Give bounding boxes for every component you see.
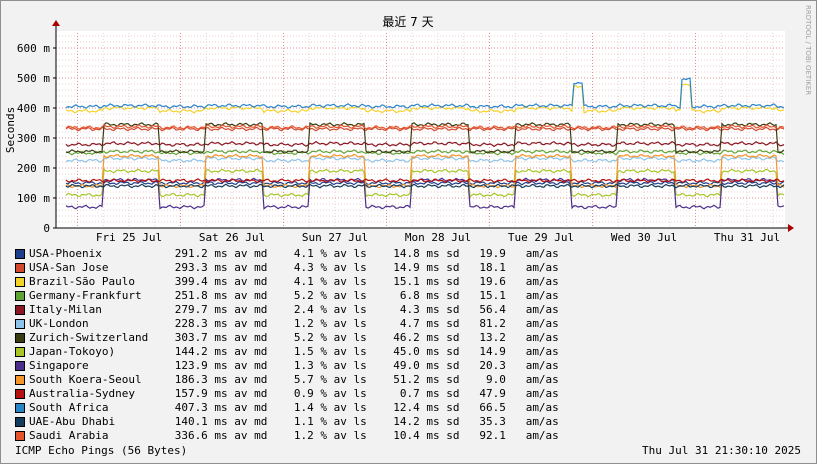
legend-item: Brazil-São Paulo 399.4 ms av md 4.1 % av… xyxy=(15,275,805,289)
legend-swatch xyxy=(15,319,25,329)
legend-item: Italy-Milan 279.7 ms av md 2.4 % av ls 4… xyxy=(15,303,805,317)
legend-swatch xyxy=(15,347,25,357)
legend-text: South Koera-Seoul 186.3 ms av md 5.7 % a… xyxy=(29,373,559,386)
legend-swatch xyxy=(15,291,25,301)
legend-item: South Africa 407.3 ms av md 1.4 % av ls … xyxy=(15,401,805,415)
y-tick-label: 400 m xyxy=(17,102,50,115)
legend-item: Saudi Arabia 336.6 ms av md 1.2 % av ls … xyxy=(15,429,805,443)
y-tick-label: 100 m xyxy=(17,192,50,205)
legend-swatch xyxy=(15,361,25,371)
legend-swatch xyxy=(15,403,25,413)
legend-text: Australia-Sydney 157.9 ms av md 0.9 % av… xyxy=(29,387,559,400)
legend-swatch xyxy=(15,277,25,287)
legend-swatch xyxy=(15,389,25,399)
legend-text: Japan-Tokoyo) 144.2 ms av md 1.5 % av ls… xyxy=(29,345,559,358)
legend-item: South Koera-Seoul 186.3 ms av md 5.7 % a… xyxy=(15,373,805,387)
y-tick-label: 300 m xyxy=(17,132,50,145)
legend-item: UAE-Abu Dhabi 140.1 ms av md 1.1 % av ls… xyxy=(15,415,805,429)
legend-item: USA-San Jose 293.3 ms av md 4.3 % av ls … xyxy=(15,261,805,275)
x-axis-arrow-icon xyxy=(788,224,794,232)
x-axis-ticks: Fri 25 Jul Sat 26 Jul Sun 27 Jul Mon 28 Jul… xyxy=(96,231,780,244)
legend-text: Singapore 123.9 ms av md 1.3 % av ls 49.… xyxy=(29,359,559,372)
legend-item: Singapore 123.9 ms av md 1.3 % av ls 49.… xyxy=(15,359,805,373)
legend-item: Zurich-Switzerland 303.7 ms av md 5.2 % … xyxy=(15,331,805,345)
rrdtool-watermark: RRDTOOL / TOBI OETIKER xyxy=(804,5,812,95)
x-tick-label: Sun 27 Jul xyxy=(302,231,368,244)
y-tick-label: 200 m xyxy=(17,162,50,175)
legend-swatch xyxy=(15,305,25,315)
legend-text: Saudi Arabia 336.6 ms av md 1.2 % av ls … xyxy=(29,429,559,442)
legend-item: Australia-Sydney 157.9 ms av md 0.9 % av… xyxy=(15,387,805,401)
legend-text: Zurich-Switzerland 303.7 ms av md 5.2 % … xyxy=(29,331,559,344)
legend-swatch xyxy=(15,431,25,441)
legend-text: USA-San Jose 293.3 ms av md 4.3 % av ls … xyxy=(29,261,559,274)
legend-text: Brazil-São Paulo 399.4 ms av md 4.1 % av… xyxy=(29,275,559,288)
y-tick-label: 600 m xyxy=(17,42,50,55)
x-tick-label: Thu 31 Jul xyxy=(714,231,780,244)
y-tick-label: 0 xyxy=(43,222,50,235)
latency-chart: 0 100 m 200 m 300 m 400 m 500 m 600 m Fri 25 J… xyxy=(4,5,812,244)
legend-text: Italy-Milan 279.7 ms av md 2.4 % av ls 4… xyxy=(29,303,559,316)
legend-swatch xyxy=(15,375,25,385)
legend-text: South Africa 407.3 ms av md 1.4 % av ls … xyxy=(29,401,559,414)
legend-swatch xyxy=(15,333,25,343)
legend-text: USA-Phoenix 291.2 ms av md 4.1 % av ls 1… xyxy=(29,247,559,260)
legend-swatch xyxy=(15,263,25,273)
chart-title: 最近 7 天 xyxy=(382,15,433,29)
footer-timestamp: Thu Jul 31 21:30:10 2025 xyxy=(642,444,801,457)
x-tick-label: Fri 25 Jul xyxy=(96,231,162,244)
footer-probe-label: ICMP Echo Pings (56 Bytes) xyxy=(15,444,188,457)
y-axis-ticks: 0 100 m 200 m 300 m 400 m 500 m 600 m xyxy=(17,42,56,235)
legend-swatch xyxy=(15,417,25,427)
legend-item: Germany-Frankfurt 251.8 ms av md 5.2 % a… xyxy=(15,289,805,303)
y-tick-label: 500 m xyxy=(17,72,50,85)
legend-text: Germany-Frankfurt 251.8 ms av md 5.2 % a… xyxy=(29,289,559,302)
legend-item: UK-London 228.3 ms av md 1.2 % av ls 4.7… xyxy=(15,317,805,331)
x-tick-label: Sat 26 Jul xyxy=(199,231,265,244)
legend: USA-Phoenix 291.2 ms av md 4.1 % av ls 1… xyxy=(15,247,805,443)
x-tick-label: Tue 29 Jul xyxy=(508,231,574,244)
legend-text: UK-London 228.3 ms av md 1.2 % av ls 4.7… xyxy=(29,317,559,330)
x-tick-label: Mon 28 Jul xyxy=(405,231,471,244)
legend-item: Japan-Tokoyo) 144.2 ms av md 1.5 % av ls… xyxy=(15,345,805,359)
legend-item: USA-Phoenix 291.2 ms av md 4.1 % av ls 1… xyxy=(15,247,805,261)
y-axis-arrow-icon xyxy=(52,20,60,26)
legend-text: UAE-Abu Dhabi 140.1 ms av md 1.1 % av ls… xyxy=(29,415,559,428)
x-tick-label: Wed 30 Jul xyxy=(611,231,677,244)
y-axis-label: Seconds xyxy=(4,107,17,153)
legend-swatch xyxy=(15,249,25,259)
